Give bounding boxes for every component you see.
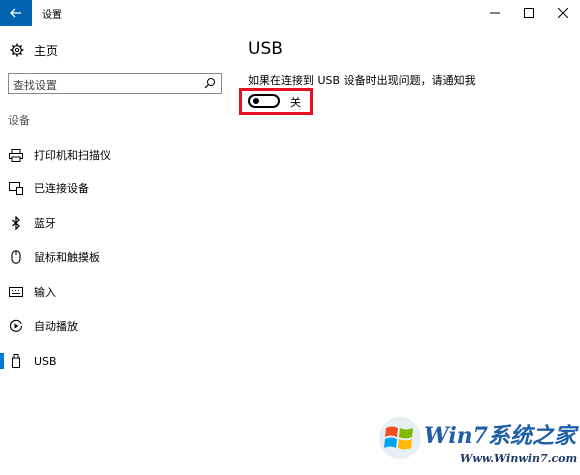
usb-icon [9, 354, 23, 368]
keyboard-icon [9, 285, 23, 299]
maximize-button[interactable] [512, 0, 546, 26]
sidebar-item-mouse[interactable]: 鼠标和触摸板 [0, 242, 232, 272]
watermark-logo-text: Win7系统之家 [424, 423, 576, 449]
bluetooth-icon [9, 216, 23, 230]
close-icon [558, 8, 568, 18]
autoplay-icon [9, 319, 23, 333]
sidebar-item-label: 自动播放 [34, 320, 78, 333]
maximize-icon [524, 8, 534, 18]
mouse-icon [9, 250, 23, 264]
usb-notify-toggle[interactable] [248, 94, 280, 108]
connected-devices-icon [9, 181, 23, 195]
sidebar-item-label: 输入 [34, 286, 56, 299]
section-label: 设备 [8, 114, 30, 127]
toggle-state-label: 关 [290, 96, 301, 109]
window-title: 设置 [42, 10, 62, 21]
page-title: USB [248, 39, 283, 59]
search-icon[interactable] [204, 77, 216, 89]
close-button[interactable] [546, 0, 580, 26]
arrow-left-icon [10, 8, 21, 18]
printer-icon [9, 148, 23, 162]
search-input[interactable] [9, 76, 193, 95]
windows-logo-icon [379, 417, 421, 459]
gear-icon [10, 43, 24, 57]
sidebar-item-label: 已连接设备 [34, 182, 89, 195]
title-bar: 设置 [0, 0, 580, 26]
sidebar-home[interactable]: 主页 [10, 40, 58, 60]
usb-notify-setting-label: 如果在连接到 USB 设备时出现问题，请通知我 [248, 74, 476, 87]
home-label: 主页 [34, 43, 59, 58]
sidebar-item-label: 蓝牙 [34, 217, 56, 230]
search-box[interactable] [8, 73, 222, 95]
sidebar-item-printers[interactable]: 打印机和扫描仪 [0, 140, 232, 170]
sidebar-item-label: 鼠标和触摸板 [34, 251, 100, 264]
toggle-knob [253, 98, 259, 104]
minimize-icon [490, 12, 500, 14]
watermark: Win7系统之家 Www.Winwin7.com [376, 412, 578, 472]
watermark-url: Www.Winwin7.com [460, 452, 578, 465]
back-button[interactable] [0, 0, 32, 26]
sidebar-item-label: 打印机和扫描仪 [34, 149, 111, 162]
main-content: USB 如果在连接到 USB 设备时出现问题，请通知我 关 [232, 26, 580, 475]
sidebar-item-autoplay[interactable]: 自动播放 [0, 311, 232, 341]
sidebar-item-connected-devices[interactable]: 已连接设备 [0, 173, 232, 203]
sidebar-item-input[interactable]: 输入 [0, 277, 232, 307]
selection-indicator [0, 353, 4, 369]
sidebar-item-bluetooth[interactable]: 蓝牙 [0, 208, 232, 238]
sidebar-item-usb[interactable]: USB [0, 346, 232, 376]
minimize-button[interactable] [478, 0, 512, 26]
sidebar-item-label: USB [34, 354, 57, 368]
